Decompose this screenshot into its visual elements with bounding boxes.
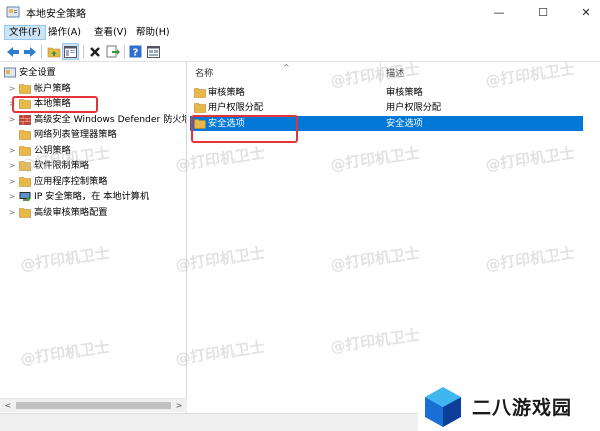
list-item-description: 安全选项 xyxy=(386,118,423,129)
menu-view[interactable]: 查看(V) xyxy=(90,25,131,40)
column-header-name[interactable]: ^ 名称 xyxy=(190,62,381,84)
delete-icon[interactable] xyxy=(86,43,103,60)
security-settings-icon xyxy=(4,67,16,78)
expand-arrow-icon[interactable]: > xyxy=(8,205,16,220)
list-item-user-rights[interactable]: 用户权限分配 用户权限分配 xyxy=(190,100,583,115)
maximize-button[interactable]: ☐ xyxy=(521,0,565,24)
forward-arrow-icon[interactable] xyxy=(21,43,38,60)
tree-item-label: IP 安全策略，在 本地计算机 xyxy=(34,191,150,202)
list-item-name: 用户权限分配 xyxy=(208,102,264,113)
column-header-description-label: 描述 xyxy=(386,68,405,79)
list-item-audit-policy[interactable]: 审核策略 审核策略 xyxy=(190,85,583,100)
toolbar-separator xyxy=(124,45,125,58)
brand-logo: 二八游戏园 xyxy=(418,381,600,431)
svg-text:?: ? xyxy=(133,48,139,59)
tree-item-label: 应用程序控制策略 xyxy=(34,176,108,187)
toolbar-separator xyxy=(83,45,84,58)
folder-icon xyxy=(194,87,206,98)
sort-ascending-icon: ^ xyxy=(283,63,290,72)
scroll-left-icon[interactable]: < xyxy=(1,400,15,412)
window-title: 本地安全策略 xyxy=(26,9,86,20)
ip-security-icon xyxy=(19,191,31,202)
security-policy-app-icon xyxy=(6,5,20,19)
close-button[interactable]: ✕ xyxy=(564,0,600,24)
tree-item-label: 高级审核策略配置 xyxy=(34,207,108,218)
folder-icon xyxy=(19,145,31,156)
menu-action[interactable]: 操作(A) xyxy=(44,25,85,40)
menu-file[interactable]: 文件(F) xyxy=(4,25,46,40)
list-item-description: 用户权限分配 xyxy=(386,102,442,113)
folder-icon xyxy=(19,129,31,140)
column-header-description[interactable]: 描述 xyxy=(381,62,600,84)
menu-bar: 文件(F) 操作(A) 查看(V) 帮助(H) xyxy=(0,24,600,41)
toolbar: ? xyxy=(0,41,600,62)
tree-root-label: 安全设置 xyxy=(19,67,56,78)
list-item-description: 审核策略 xyxy=(386,87,423,98)
export-icon[interactable] xyxy=(104,43,121,60)
brand-name: 二八游戏园 xyxy=(472,397,573,419)
expand-arrow-icon[interactable]: > xyxy=(8,158,16,173)
column-header-name-label: 名称 xyxy=(195,68,214,79)
tree-item-label: 网络列表管理器策略 xyxy=(34,129,117,140)
folder-icon xyxy=(19,160,31,171)
properties-icon[interactable] xyxy=(145,43,162,60)
scrollbar-thumb[interactable] xyxy=(16,402,171,409)
folder-icon xyxy=(19,207,31,218)
menu-help[interactable]: 帮助(H) xyxy=(132,25,174,40)
tree-item-label: 高级安全 Windows Defender 防火墙 xyxy=(34,114,187,125)
tree-item-label: 帐户策略 xyxy=(34,83,71,94)
highlight-box-security-options xyxy=(191,115,298,143)
show-hide-tree-icon[interactable] xyxy=(62,43,79,60)
list-item-name: 审核策略 xyxy=(208,87,245,98)
tree-item-label: 公钥策略 xyxy=(34,145,71,156)
folder-icon xyxy=(19,83,31,94)
highlight-box-local-policies xyxy=(12,96,98,113)
up-folder-icon[interactable] xyxy=(45,43,62,60)
expand-arrow-icon[interactable]: > xyxy=(8,81,16,96)
back-arrow-icon[interactable] xyxy=(4,43,21,60)
toolbar-separator xyxy=(41,45,42,58)
help-icon[interactable]: ? xyxy=(127,43,144,60)
scroll-right-icon[interactable]: > xyxy=(172,400,186,412)
tree-pane: 安全设置 > 帐户策略 > 本地策略 > 高级安全 Windows Defend… xyxy=(0,62,187,413)
minimize-button[interactable]: — xyxy=(477,0,521,24)
expand-arrow-icon[interactable]: > xyxy=(8,112,16,127)
folder-icon xyxy=(194,102,206,113)
expand-arrow-icon[interactable]: > xyxy=(8,143,16,158)
expand-arrow-icon[interactable]: > xyxy=(8,189,16,204)
expand-arrow-icon[interactable]: > xyxy=(8,174,16,189)
horizontal-scrollbar[interactable]: < > xyxy=(0,398,187,412)
folder-icon xyxy=(19,176,31,187)
tree-item-label: 软件限制策略 xyxy=(34,160,90,171)
title-bar: 本地安全策略 — ☐ ✕ xyxy=(0,0,600,24)
cube-logo-icon xyxy=(420,383,466,429)
firewall-icon xyxy=(19,114,31,125)
